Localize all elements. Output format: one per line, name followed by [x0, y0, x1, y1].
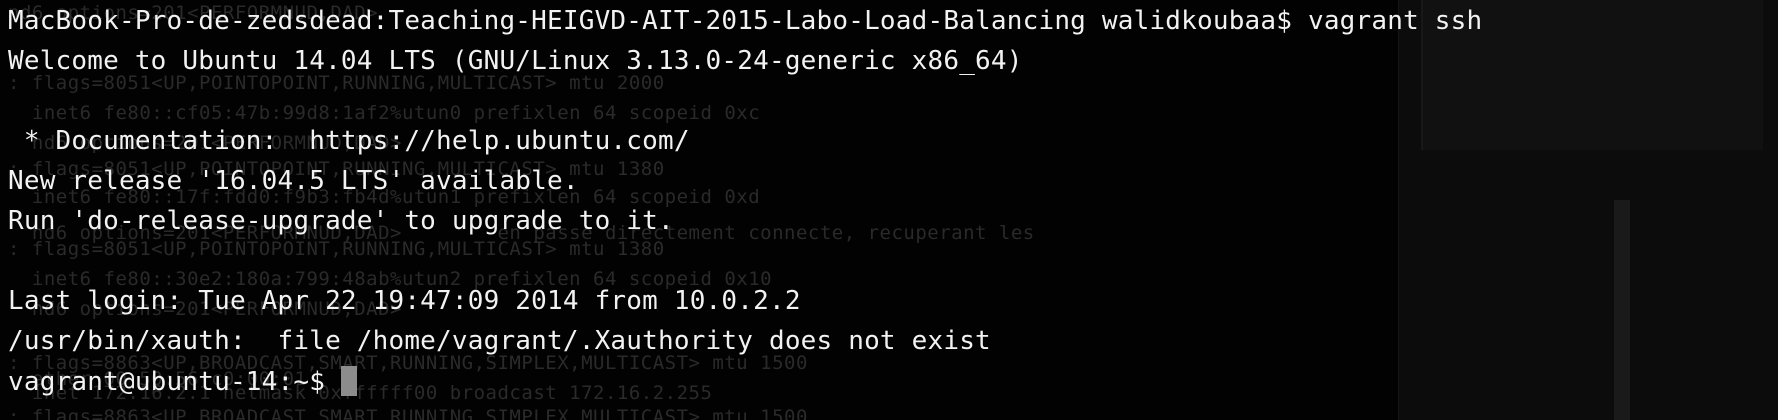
output-line-xauth-warning: /usr/bin/xauth: file /home/vagrant/.Xaut…: [8, 326, 991, 356]
ghost-line: inet6 fe80::cf05:47b:99d8:1af2%utun0 pre…: [8, 102, 761, 124]
terminal-window[interactable]: nd6 options=201<PERFORMNUD,DAD> : flags=…: [0, 0, 1778, 420]
output-line-last-login: Last login: Tue Apr 22 19:47:09 2014 fro…: [8, 286, 801, 316]
shell-prompt: vagrant@ubuntu-14:~$: [8, 367, 326, 397]
ghost-line: : flags=8863<UP,BROADCAST,SMART,RUNNING,…: [8, 406, 808, 420]
output-line-upgrade-hint: Run 'do-release-upgrade' to upgrade to i…: [8, 206, 674, 236]
output-line-documentation: * Documentation: https://help.ubuntu.com…: [8, 126, 690, 156]
background-scrollbar: [1614, 200, 1630, 420]
ghost-line: : flags=8051<UP,POINTOPOINT,RUNNING,MULT…: [8, 238, 665, 260]
prompt-line[interactable]: vagrant@ubuntu-14:~$: [8, 366, 358, 397]
output-line-new-release: New release '16.04.5 LTS' available.: [8, 166, 579, 196]
output-line-welcome: Welcome to Ubuntu 14.04 LTS (GNU/Linux 3…: [8, 46, 1023, 76]
background-window-panel: [1398, 0, 1778, 420]
text-cursor: [341, 366, 358, 396]
output-line-ssh-command: MacBook-Pro-de-zedsdead:Teaching-HEIGVD-…: [8, 6, 1483, 36]
